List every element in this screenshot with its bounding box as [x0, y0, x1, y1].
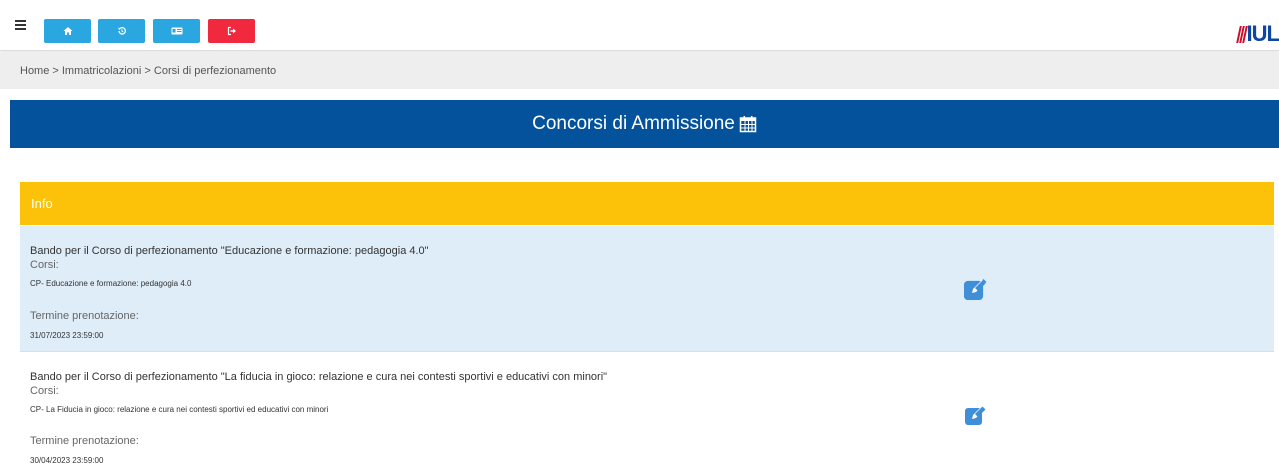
home-icon: [63, 27, 72, 35]
termine-label: Termine prenotazione:: [30, 435, 139, 447]
bando-title: Bando per il Corso di perfezionamento "E…: [30, 245, 429, 257]
corso-name: CP- La Fiducia in gioco: relazione e cur…: [30, 405, 329, 414]
page-header: Concorsi di Ammissione: [10, 100, 1279, 148]
logo-mark-icon: [1235, 25, 1248, 43]
breadcrumb: Home > Immatricolazioni > Corsi di perfe…: [0, 52, 1279, 89]
edit-icon[interactable]: [964, 278, 988, 300]
hamburger-menu-icon[interactable]: [15, 20, 26, 30]
bando-title: Bando per il Corso di perfezionamento "L…: [30, 371, 608, 383]
home-button[interactable]: [44, 19, 91, 43]
edit-icon[interactable]: [964, 404, 988, 426]
termine-date: 30/04/2023 23:59:00: [30, 456, 104, 465]
corsi-label: Corsi:: [30, 385, 59, 397]
history-button[interactable]: [98, 19, 145, 43]
top-navbar: IUL: [0, 0, 1279, 51]
corso-name: CP- Educazione e formazione: pedagogia 4…: [30, 279, 192, 288]
id-card-button[interactable]: [153, 19, 200, 43]
info-panel-header: Info: [20, 182, 1274, 225]
history-icon: [117, 27, 126, 35]
logout-icon: [227, 26, 236, 36]
termine-label: Termine prenotazione:: [30, 310, 139, 322]
list-item: Bando per il Corso di perfezionamento "L…: [20, 353, 1274, 475]
university-logo: IUL: [1235, 21, 1279, 46]
logout-button[interactable]: [208, 19, 255, 43]
id-card-icon: [171, 27, 182, 35]
logo-text: IUL: [1246, 21, 1279, 46]
page-title: Concorsi di Ammissione: [532, 113, 735, 134]
calendar-icon: [739, 116, 757, 133]
corsi-label: Corsi:: [30, 259, 59, 271]
termine-date: 31/07/2023 23:59:00: [30, 331, 104, 340]
list-item: Bando per il Corso di perfezionamento "E…: [20, 226, 1274, 352]
